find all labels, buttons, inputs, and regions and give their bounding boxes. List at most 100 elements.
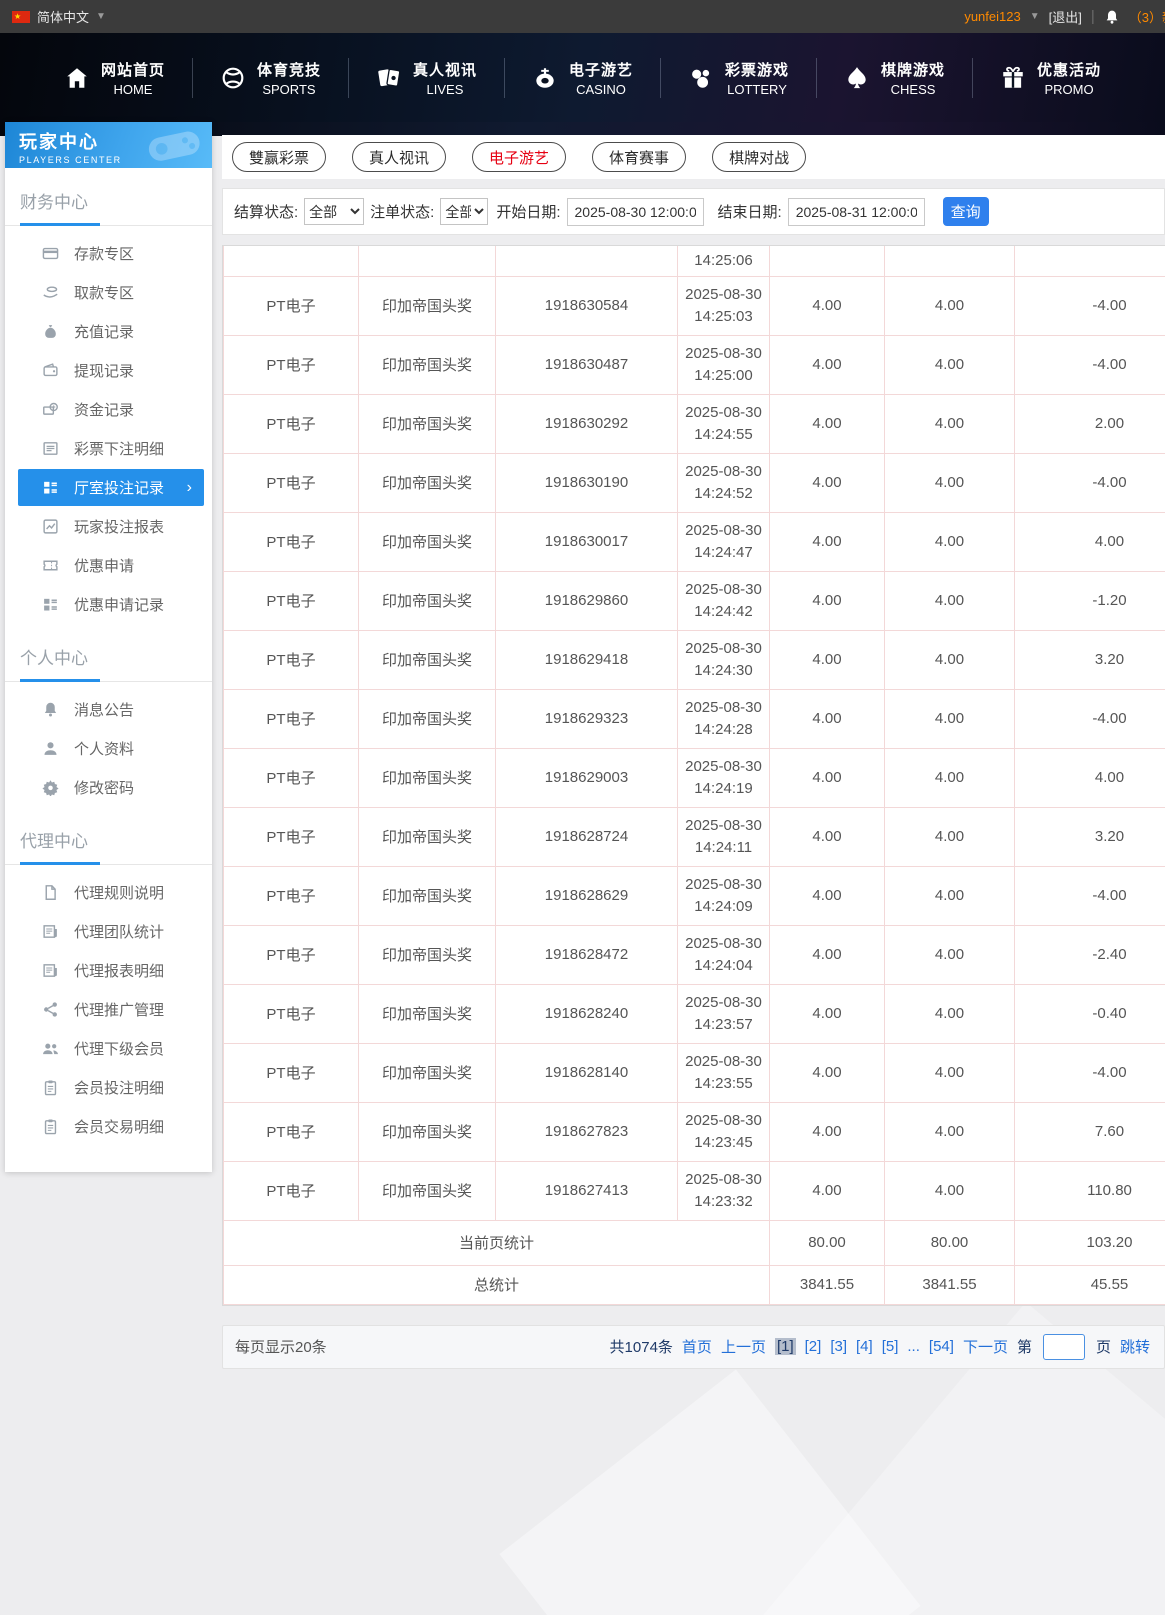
sidebar-item[interactable]: 代理下级会员: [5, 1029, 212, 1068]
cell-datetime: 2025-08-3014:24:04: [678, 925, 770, 984]
cell-game: 印加帝国头奖: [359, 276, 496, 335]
divider: |: [1091, 8, 1095, 25]
cell-profit: -1.20: [1015, 571, 1165, 630]
sidebar-item[interactable]: 充值记录: [5, 312, 212, 351]
nav-item-lives[interactable]: 真人视讯LIVES: [376, 59, 477, 97]
sidebar-item[interactable]: 优惠申请: [5, 546, 212, 585]
sidebar-item[interactable]: 修改密码: [5, 768, 212, 807]
nav-divider: [348, 58, 349, 98]
tab-pill[interactable]: 体育赛事: [592, 142, 686, 172]
cell-profit: 3.20: [1015, 807, 1165, 866]
sidebar-item[interactable]: 优惠申请记录: [5, 585, 212, 624]
section-underline: [5, 862, 212, 865]
nav-item-promo[interactable]: 优惠活动PROMO: [1000, 59, 1101, 97]
sidebar-item[interactable]: 取款专区: [5, 273, 212, 312]
jump-button[interactable]: 跳转: [1120, 1336, 1150, 1357]
nav-item-lottery[interactable]: 彩票游戏LOTTERY: [688, 59, 789, 97]
cell-datetime: 2025-08-3014:24:28: [678, 689, 770, 748]
sidebar-item[interactable]: 彩票下注明细: [5, 429, 212, 468]
first-page-link[interactable]: 首页: [682, 1336, 712, 1357]
nav-item-sports[interactable]: 体育竞技SPORTS: [220, 59, 321, 97]
table-row: PT电子印加帝国头奖19186278232025-08-3014:23:454.…: [224, 1102, 1165, 1161]
sidebar-item[interactable]: 存款专区: [5, 234, 212, 273]
order-status-select[interactable]: 全部: [440, 198, 488, 225]
cell-profit: 4.00: [1015, 512, 1165, 571]
cell-valid-bet: 4.00: [885, 807, 1015, 866]
cell-order-no: 1918627413: [496, 1161, 678, 1220]
sidebar-item[interactable]: 会员交易明细: [5, 1107, 212, 1146]
nav-divider: [660, 58, 661, 98]
table-row: PT电子印加帝国头奖19186281402025-08-3014:23:554.…: [224, 1043, 1165, 1102]
sidebar-item-label: 取款专区: [74, 282, 134, 303]
last-page-link[interactable]: [54]: [929, 1338, 954, 1355]
cell-order-no: 1918628629: [496, 866, 678, 925]
cell-profit: 4.00: [1015, 748, 1165, 807]
start-date-input[interactable]: [567, 198, 704, 226]
spade-icon: [844, 65, 870, 91]
nav-item-home[interactable]: 网站首页HOME: [64, 59, 165, 97]
main-nav: 网站首页HOME 体育竞技SPORTS 真人视讯LIVES 电子游艺CASINO 彩票游…: [0, 33, 1165, 122]
sidebar-item[interactable]: 玩家投注报表: [5, 507, 212, 546]
sidebar-item[interactable]: 消息公告: [5, 690, 212, 729]
language-selector[interactable]: 简体中文: [37, 7, 89, 26]
username[interactable]: yunfei123: [964, 9, 1020, 24]
cell-datetime: 2025-08-3014:23:45: [678, 1102, 770, 1161]
sidebar-item-label: 个人资料: [74, 738, 134, 759]
sidebar-item[interactable]: 代理报表明细: [5, 951, 212, 990]
tab-pill[interactable]: 电子游艺: [472, 142, 566, 172]
cell-datetime: 2025-08-3014:24:11: [678, 807, 770, 866]
sidebar-item[interactable]: 代理团队统计: [5, 912, 212, 951]
sidebar-item[interactable]: 个人资料: [5, 729, 212, 768]
cell-order-no: 1918630584: [496, 276, 678, 335]
nav-label-en: SPORTS: [257, 82, 321, 97]
table-row: PT电子印加帝国头奖19186286292025-08-3014:24:094.…: [224, 866, 1165, 925]
search-button[interactable]: 查询: [943, 197, 989, 226]
cell-valid-bet: 4.00: [885, 630, 1015, 689]
tab-pill[interactable]: 真人视讯: [352, 142, 446, 172]
grid-list-icon: [42, 479, 59, 496]
stats-label: 总统计: [224, 1265, 770, 1304]
page-link[interactable]: [2]: [805, 1338, 822, 1355]
cell-valid-bet: 4.00: [885, 748, 1015, 807]
notification-count[interactable]: （3）新: [1129, 7, 1165, 26]
settle-status-label: 结算状态:: [234, 201, 298, 222]
cell-game: 印加帝国头奖: [359, 453, 496, 512]
page-link[interactable]: [3]: [830, 1338, 847, 1355]
next-page-link[interactable]: 下一页: [963, 1336, 1008, 1357]
nav-item-casino[interactable]: 电子游艺CASINO: [532, 59, 633, 97]
page-link[interactable]: [4]: [856, 1338, 873, 1355]
sidebar-item[interactable]: 代理推广管理: [5, 990, 212, 1029]
stats-profit: 45.55: [1015, 1265, 1165, 1304]
table-row-partial: 14:25:06: [224, 246, 1165, 276]
page-link[interactable]: [5]: [882, 1338, 899, 1355]
sidebar-item[interactable]: 资金记录: [5, 390, 212, 429]
sidebar-header: 玩家中心 PLAYERS CENTER: [5, 122, 212, 168]
tab-pill[interactable]: 雙赢彩票: [232, 142, 326, 172]
page-jump-input[interactable]: [1043, 1334, 1085, 1360]
logout-button[interactable]: [退出]: [1049, 7, 1082, 26]
cell-game: 印加帝国头奖: [359, 1102, 496, 1161]
bell-icon[interactable]: [1104, 9, 1120, 25]
nav-item-chess[interactable]: 棋牌游戏CHESS: [844, 59, 945, 97]
stats-bet: 3841.55: [770, 1265, 885, 1304]
cell-empty: [496, 246, 678, 276]
tab-pill[interactable]: 棋牌对战: [712, 142, 806, 172]
sidebar-item[interactable]: 会员投注明细: [5, 1068, 212, 1107]
nav-divider: [972, 58, 973, 98]
sidebar-item[interactable]: 厅室投注记录›: [18, 469, 204, 506]
end-date-input[interactable]: [788, 198, 925, 226]
sidebar-item[interactable]: 提现记录: [5, 351, 212, 390]
cell-order-no: 1918629323: [496, 689, 678, 748]
cell-platform: PT电子: [224, 571, 359, 630]
sidebar-item[interactable]: 代理规则说明: [5, 873, 212, 912]
withdraw-hand-icon: [42, 284, 59, 301]
settle-status-select[interactable]: 全部: [304, 198, 364, 225]
prev-page-link[interactable]: 上一页: [721, 1336, 766, 1357]
nav-label-zh: 彩票游戏: [725, 59, 789, 80]
cell-profit: -4.00: [1015, 1043, 1165, 1102]
grid-list-icon: [42, 596, 59, 613]
cell-game: 印加帝国头奖: [359, 925, 496, 984]
jump-suffix-label: 页: [1096, 1336, 1111, 1357]
table-row: PT电子印加帝国头奖19186300172025-08-3014:24:474.…: [224, 512, 1165, 571]
cell-profit: -4.00: [1015, 689, 1165, 748]
